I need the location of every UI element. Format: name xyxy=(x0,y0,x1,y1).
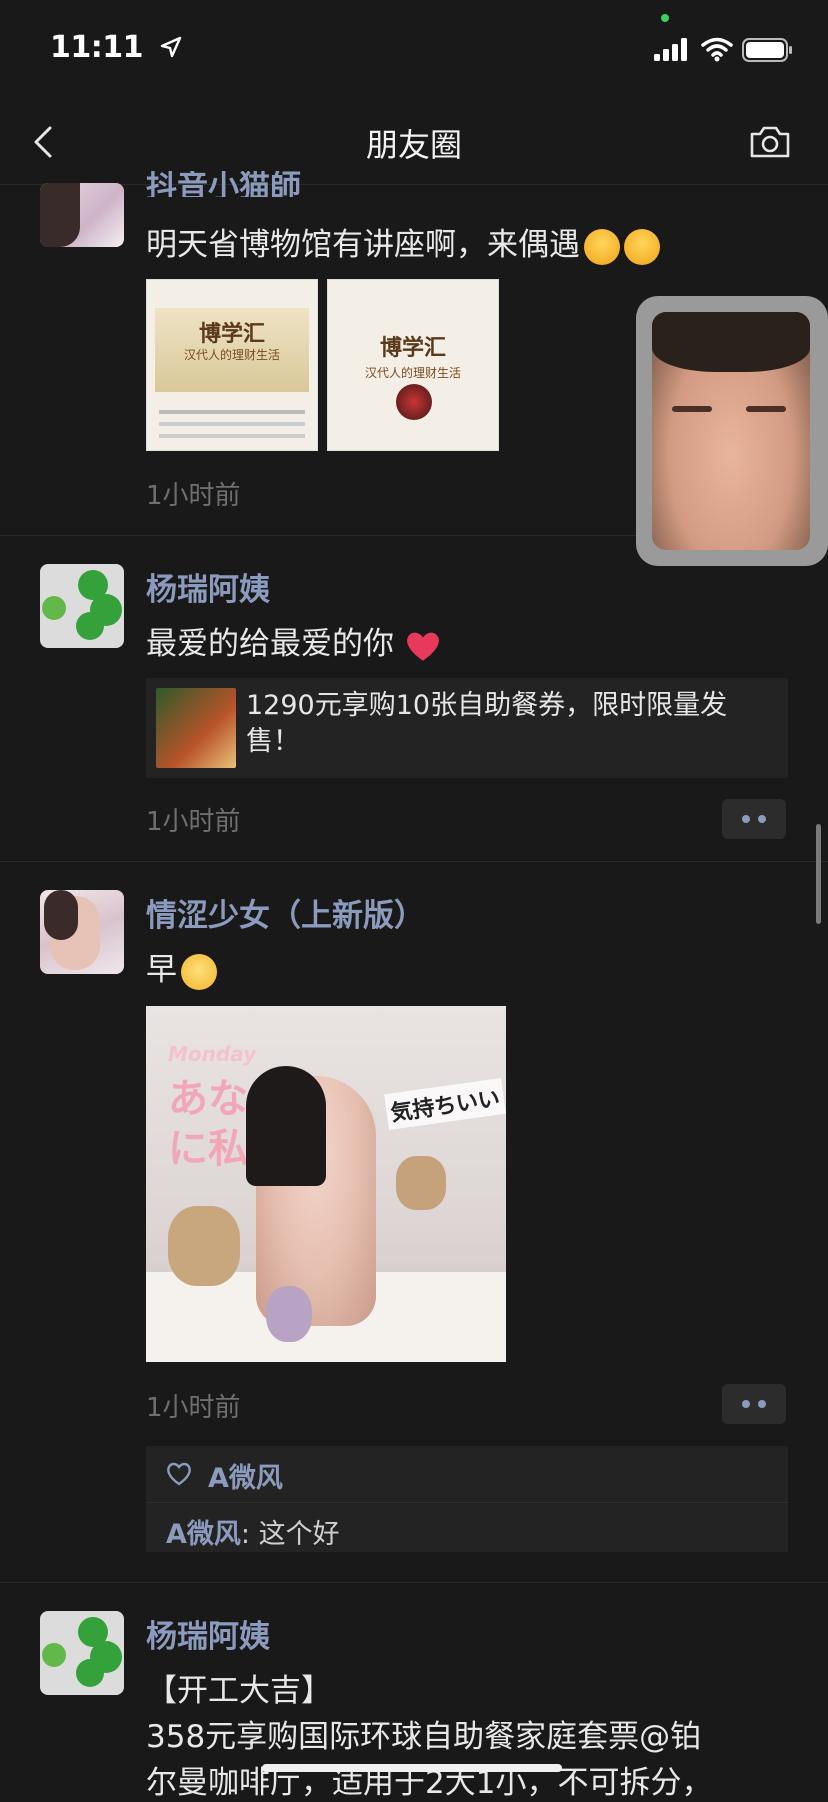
like-user-name[interactable]: A微风 xyxy=(208,1456,283,1495)
post-time: 1小时前 xyxy=(146,807,241,837)
grin-emoji-icon xyxy=(624,228,660,265)
more-actions-button[interactable] xyxy=(722,1384,786,1424)
camera-icon[interactable] xyxy=(748,122,792,162)
clover-leaf xyxy=(76,612,104,640)
poster-text-lines xyxy=(159,410,305,414)
post-text: 明天省博物馆有讲座啊，来偶遇 xyxy=(146,219,660,265)
comment-author[interactable]: A微风 xyxy=(166,1519,241,1550)
wifi-icon xyxy=(701,37,733,62)
avatar[interactable] xyxy=(40,1611,124,1695)
photo-caption: Monday xyxy=(168,1042,257,1066)
post-text: 早 xyxy=(146,944,217,990)
clover-leaf xyxy=(42,1643,66,1667)
status-time: 11:11 xyxy=(50,30,144,65)
likes-row: A微风 xyxy=(146,1446,788,1503)
moment-post: 杨瑞阿姨 最爱的给最爱的你 1290元享购10张自助餐券，限时限量发售！ 1小时… xyxy=(0,536,828,862)
speaker-portrait xyxy=(396,384,432,420)
post-text-content: 最爱的给最爱的你 xyxy=(146,626,394,662)
post-image[interactable]: 博学汇 汉代人的理财生活 xyxy=(146,279,318,451)
post-text: 最爱的给最爱的你 xyxy=(146,618,442,663)
nav-bar: 朋友圈 xyxy=(0,100,828,185)
moment-post: 杨瑞阿姨 【开工大吉】 358元享购国际环球自助餐家庭套票@铂 尔曼咖啡厅，适用… xyxy=(0,1583,828,1801)
grin-emoji-icon xyxy=(584,228,620,265)
shared-link-card[interactable]: 1290元享购10张自助餐券，限时限量发售！ xyxy=(146,678,788,778)
post-text-line: 【开工大吉】 xyxy=(146,1673,332,1709)
teddy-bear xyxy=(168,1206,240,1286)
heart-emoji-icon xyxy=(406,632,439,661)
page-title: 朋友圈 xyxy=(365,126,462,164)
post-author-name[interactable]: 杨瑞阿姨 xyxy=(146,564,270,609)
video-feed-eye xyxy=(746,406,786,412)
avatar[interactable] xyxy=(40,564,124,648)
comment[interactable]: A微风: 这个好 xyxy=(166,1512,340,1551)
poster-title: 博学汇 xyxy=(198,321,265,347)
cat-emoji-icon xyxy=(181,953,217,990)
link-title: 1290元享购10张自助餐券，限时限量发售！ xyxy=(246,690,728,757)
comment-text: : 这个好 xyxy=(240,1519,340,1550)
more-actions-button[interactable] xyxy=(722,799,786,839)
post-author-name[interactable]: 杨瑞阿姨 xyxy=(146,1611,270,1656)
video-feed-eye xyxy=(672,406,712,412)
post-image[interactable]: Monday あなた に私の 気持ちいい xyxy=(146,1006,506,1362)
heart-outline-icon xyxy=(167,1462,191,1486)
cellular-signal-icon xyxy=(654,38,687,61)
battery-icon xyxy=(742,38,792,62)
post-text-content: 明天省博物馆有讲座啊，来偶遇 xyxy=(146,227,580,263)
video-call-pip[interactable] xyxy=(636,296,828,566)
location-arrow-icon xyxy=(160,36,182,58)
post-author-name[interactable]: 抖音小猫師 xyxy=(146,171,301,197)
scrollbar[interactable] xyxy=(816,824,821,924)
poster-title: 博学汇 xyxy=(379,335,446,361)
post-text-content: 早 xyxy=(146,952,177,988)
clover-leaf xyxy=(76,1659,104,1687)
teddy-bear xyxy=(396,1156,446,1210)
post-time: 1小时前 xyxy=(146,1393,241,1423)
post-time: 1小时前 xyxy=(146,481,241,511)
plush-bunny xyxy=(266,1286,312,1342)
home-indicator[interactable] xyxy=(262,1764,562,1772)
likes-comments-panel: A微风 A微风: 这个好 xyxy=(146,1446,788,1552)
poster-subtitle: 汉代人的理财生活 xyxy=(364,366,461,380)
moment-post: 情涩少女（上新版） 早 Monday あなた に私の 気持ちいい 1小时前 A微… xyxy=(0,862,828,1583)
post-image[interactable]: 博学汇 汉代人的理财生活 xyxy=(327,279,499,451)
clover-leaf xyxy=(42,596,66,620)
photo-caption: 気持ちいい xyxy=(384,1077,506,1131)
avatar[interactable] xyxy=(40,890,124,974)
privacy-indicator-dot xyxy=(661,14,669,22)
poster-subtitle: 汉代人的理财生活 xyxy=(183,348,280,362)
video-feed-hair xyxy=(652,312,810,372)
link-thumbnail xyxy=(156,688,236,768)
status-bar: 11:11 xyxy=(0,0,828,100)
avatar[interactable] xyxy=(40,183,124,247)
post-author-name[interactable]: 情涩少女（上新版） xyxy=(146,890,425,935)
post-text-line: 358元享购国际环球自助餐家庭套票@铂 xyxy=(146,1719,702,1755)
photo-figure-hair xyxy=(246,1066,326,1186)
